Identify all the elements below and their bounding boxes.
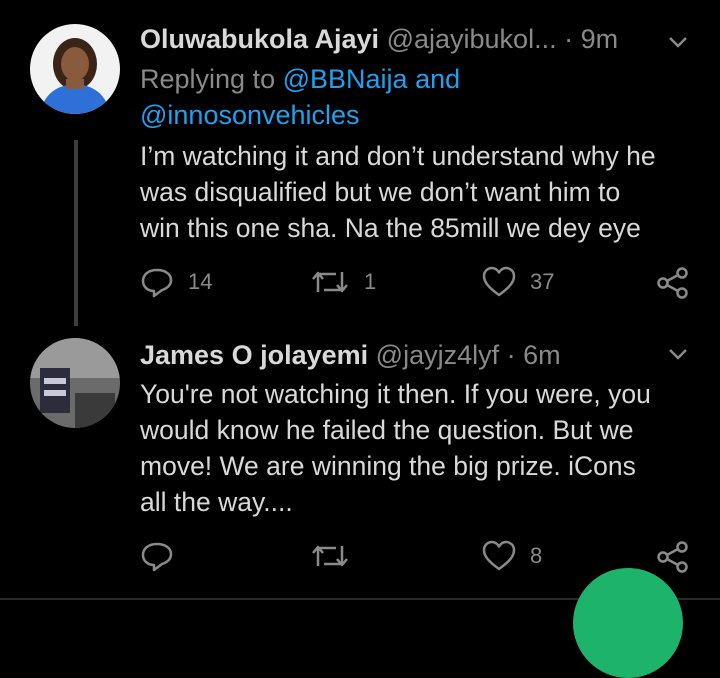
person-avatar-icon bbox=[30, 338, 120, 428]
share-button[interactable] bbox=[656, 266, 690, 300]
retweet-icon bbox=[312, 545, 348, 567]
tweet-2[interactable]: James O jolayemi @jayjz4lyf · 6m You're … bbox=[0, 330, 720, 600]
reply-icon bbox=[141, 268, 173, 298]
chevron-down-icon[interactable] bbox=[666, 30, 690, 54]
avatar-oluwabukola[interactable] bbox=[30, 24, 120, 114]
share-icon bbox=[657, 541, 688, 573]
reply-icon bbox=[141, 542, 173, 572]
text-line: I’m watching it and don’t understand why… bbox=[140, 141, 656, 171]
tweet-1[interactable]: Oluwabukola Ajayi @ajayibukol... · 9m Re… bbox=[0, 0, 720, 330]
reply-button[interactable]: 14 bbox=[140, 266, 212, 298]
avatar-james[interactable] bbox=[30, 338, 120, 428]
share-icon bbox=[657, 267, 688, 299]
text-line: You're not watching it then. If you were… bbox=[140, 379, 651, 409]
mention-innosonvehicles[interactable]: @innosonvehicles bbox=[140, 100, 360, 130]
separator-dot: · bbox=[564, 24, 574, 54]
tweet-header: Oluwabukola Ajayi @ajayibukol... · 9m bbox=[140, 24, 618, 55]
like-button[interactable]: 37 bbox=[482, 266, 554, 298]
reply-count: 14 bbox=[188, 269, 213, 294]
author-name[interactable]: James O jolayemi bbox=[140, 340, 368, 370]
share-button[interactable] bbox=[656, 540, 690, 574]
retweet-count: 1 bbox=[364, 269, 377, 294]
like-icon bbox=[482, 540, 516, 571]
text-line: move! We are winning the big prize. iCon… bbox=[140, 451, 636, 481]
replying-prefix: Replying to bbox=[140, 64, 276, 94]
like-count: 37 bbox=[530, 269, 555, 294]
reply-button[interactable] bbox=[140, 540, 188, 572]
separator-dot: · bbox=[506, 340, 516, 370]
replying-to-cont: @innosonvehicles bbox=[140, 98, 360, 132]
tweet-time[interactable]: 6m bbox=[523, 340, 561, 370]
woman-avatar-icon bbox=[30, 24, 120, 114]
thread-line bbox=[74, 140, 78, 326]
text-line: would know he failed the question. But w… bbox=[140, 415, 634, 445]
chevron-down-icon[interactable] bbox=[666, 342, 690, 366]
like-button[interactable]: 8 bbox=[482, 540, 542, 572]
retweet-button[interactable] bbox=[310, 540, 364, 572]
author-handle[interactable]: @ajayibukol... bbox=[387, 24, 557, 54]
tweet-text: I’m watching it and don’t understand why… bbox=[140, 138, 700, 246]
replying-to: Replying to @BBNaija and bbox=[140, 62, 460, 96]
like-count: 8 bbox=[530, 543, 543, 568]
tweet-text: You're not watching it then. If you were… bbox=[140, 376, 700, 520]
like-icon bbox=[482, 266, 516, 297]
compose-button[interactable] bbox=[573, 568, 683, 678]
author-handle[interactable]: @jayjz4lyf bbox=[376, 340, 499, 370]
mention-bbnaija[interactable]: @BBNaija and bbox=[283, 64, 461, 94]
text-line: win this one sha. Na the 85mill we dey e… bbox=[140, 213, 641, 243]
tweet-header: James O jolayemi @jayjz4lyf · 6m bbox=[140, 340, 561, 371]
retweet-button[interactable]: 1 bbox=[310, 266, 376, 298]
text-line: all the way.... bbox=[140, 487, 293, 517]
text-line: was disqualified but we don’t want him t… bbox=[140, 177, 621, 207]
tweet-time[interactable]: 9m bbox=[581, 24, 619, 54]
retweet-icon bbox=[312, 271, 348, 293]
author-name[interactable]: Oluwabukola Ajayi bbox=[140, 24, 379, 54]
